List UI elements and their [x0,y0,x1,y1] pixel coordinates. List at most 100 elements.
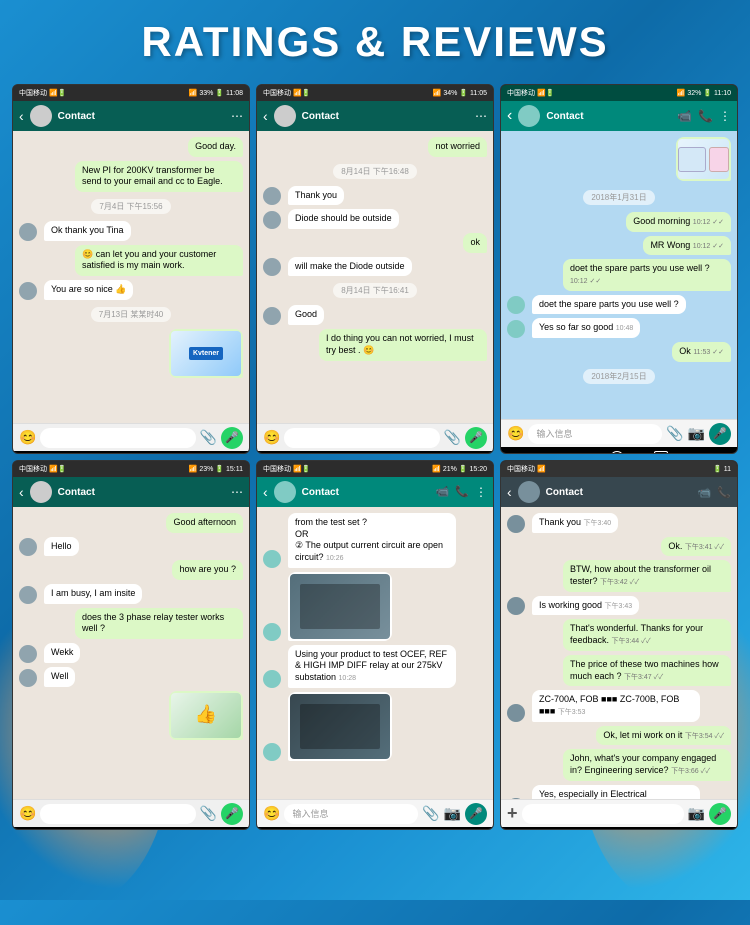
back-icon[interactable]: ‹ [19,108,24,124]
emoji-icon[interactable]: 😊 [507,425,524,442]
msg-sent: doet the spare parts you use well ? 10:1… [563,259,731,290]
phone-screen-6: 中国移动 📶 🔋 11 ‹ Contact 📹 📞 Thank you 下午3:… [500,460,738,830]
home-nav-icon[interactable] [610,451,624,454]
back-icon[interactable]: ‹ [507,107,512,125]
camera-icon[interactable]: 📷 [688,425,705,442]
mic-button[interactable]: 🎤 [221,427,243,449]
msg-row: You are so nice 👍 [19,280,243,300]
nav-bar-2: ◀ [257,451,493,454]
recents-nav-icon[interactable] [654,451,668,454]
mic-button[interactable]: 🎤 [465,803,487,825]
msg-row: Well [19,667,243,687]
message-input[interactable] [522,804,684,824]
emoji-icon[interactable]: 😊 [263,429,280,446]
date-divider: 7月4日 下午15:56 [91,199,170,214]
msg-sent: Good afternoon [166,513,243,533]
msg-sent: That's wonderful. Thanks for your feedba… [563,619,731,650]
msg-row: doet the spare parts you use well ? [507,295,731,315]
chat-body-2: not worried 8月14日 下午16:48 Thank you Diod… [257,131,493,423]
emoji-icon[interactable]: 😊 [19,429,36,446]
message-input[interactable] [40,428,195,448]
camera-icon[interactable]: 📷 [688,805,705,822]
mic-button[interactable]: 🎤 [465,427,487,449]
msg-received: Well [44,667,75,687]
msg-row: I am busy, I am insite [19,584,243,604]
phone-icon[interactable]: 📞 [717,486,731,499]
message-input[interactable] [284,428,439,448]
user-avatar [263,670,281,688]
msg-received: ZC-700A, FOB ■■■ ZC-700B, FOB ■■■ 下午3:53 [532,690,700,721]
status-bar-4: 中国移动 📶🔋 📶 23% 🔋 15:11 [13,461,249,477]
msg-received: I am busy, I am insite [44,584,142,604]
chat-input-bar-4[interactable]: 😊 📎 🎤 [13,799,249,827]
chat-header-2: ‹ Contact ⋯ [257,101,493,131]
emoji-icon[interactable]: 😊 [19,805,36,822]
chat-input-bar-6[interactable]: + 📷 🎤 [501,799,737,827]
message-input[interactable]: 输入信息 [528,424,662,444]
chat-input-bar-5[interactable]: 😊 输入信息 📎 📷 🎤 [257,799,493,827]
user-avatar [263,623,281,641]
msg-sent: BTW, how about the transformer oil teste… [563,560,731,591]
attach-icon[interactable]: 📎 [666,425,683,442]
add-icon[interactable]: + [507,803,518,824]
date-divider: 2018年1月31日 [583,190,654,205]
camera-icon[interactable]: 📷 [444,805,461,822]
nav-bar-3: ◀ [501,447,737,454]
msg-row: Thank you [263,186,487,206]
attach-icon[interactable]: 📎 [444,429,461,446]
chat-input-bar-3[interactable]: 😊 输入信息 📎 📷 🎤 [501,419,737,447]
msg-received: will make the Diode outside [288,257,412,277]
user-avatar [19,645,37,663]
header-icons-1: ⋯ [231,109,243,123]
emoji-icon[interactable]: 😊 [263,805,280,822]
user-avatar [507,597,525,615]
phone-icon[interactable]: 📞 [455,485,469,499]
header-icons-6: 📹 📞 [698,486,731,499]
phone-screen-1: 中国移动 📶🔋 📶 33% 🔋 11:08 ‹ Contact ⋯ Good d… [12,84,250,454]
attach-icon[interactable]: 📎 [422,805,439,822]
msg-sent: Ok. 下午3:41 ✓✓ [661,537,731,557]
phone-icon[interactable]: 📞 [698,109,713,123]
contact-name-1: Contact [58,111,231,122]
status-bar-6: 中国移动 📶 🔋 11 [501,461,737,477]
back-icon[interactable]: ‹ [19,484,24,500]
msg-sent: MR Wong 10:12 ✓✓ [643,236,731,256]
video-icon[interactable]: 📹 [698,486,712,499]
back-icon[interactable]: ‹ [507,484,512,500]
mic-button[interactable]: 🎤 [709,803,731,825]
back-icon[interactable]: ‹ [263,484,268,500]
more-icon[interactable]: ⋮ [475,485,487,499]
video-icon[interactable]: 📹 [436,485,450,499]
msg-row: Is working good 下午3:43 [507,596,731,616]
chat-input-bar-2[interactable]: 😊 📎 🎤 [257,423,493,451]
msg-sent: The price of these two machines how much… [563,655,731,686]
more-icon[interactable]: ⋯ [475,109,487,123]
chat-body-4: Good afternoon Hello how are you ? I am … [13,507,249,799]
avatar-5 [274,481,296,503]
chat-body-3: 2018年1月31日 Good morning 10:12 ✓✓ MR Wong… [501,131,737,419]
chat-photo-1 [290,574,390,639]
message-input[interactable] [40,804,195,824]
msg-sent: not worried [428,137,487,157]
mic-button[interactable]: 🎤 [709,423,731,445]
message-input[interactable]: 输入信息 [284,804,418,824]
more-icon[interactable]: ⋯ [231,485,243,499]
more-icon[interactable]: ⋮ [719,109,731,123]
mic-button[interactable]: 🎤 [221,803,243,825]
user-avatar [263,187,281,205]
back-nav-icon[interactable]: ◀ [570,451,579,454]
more-icon[interactable]: ⋯ [231,109,243,123]
user-avatar [263,307,281,325]
user-avatar [263,743,281,761]
back-icon[interactable]: ‹ [263,108,268,124]
video-icon[interactable]: 📹 [677,109,692,123]
chat-input-bar-1[interactable]: 😊 📎 🎤 [13,423,249,451]
msg-sent: Good morning 10:12 ✓✓ [626,212,731,232]
date-divider: 7月13日 某某时40 [91,307,171,322]
chat-body-6: Thank you 下午3:40 Ok. 下午3:41 ✓✓ BTW, how … [501,507,737,799]
contact-name-6: Contact [546,487,698,498]
msg-sent: John, what's your company engaged in? En… [563,749,731,780]
msg-received: Thank you [288,186,344,206]
attach-icon[interactable]: 📎 [200,429,217,446]
attach-icon[interactable]: 📎 [200,805,217,822]
